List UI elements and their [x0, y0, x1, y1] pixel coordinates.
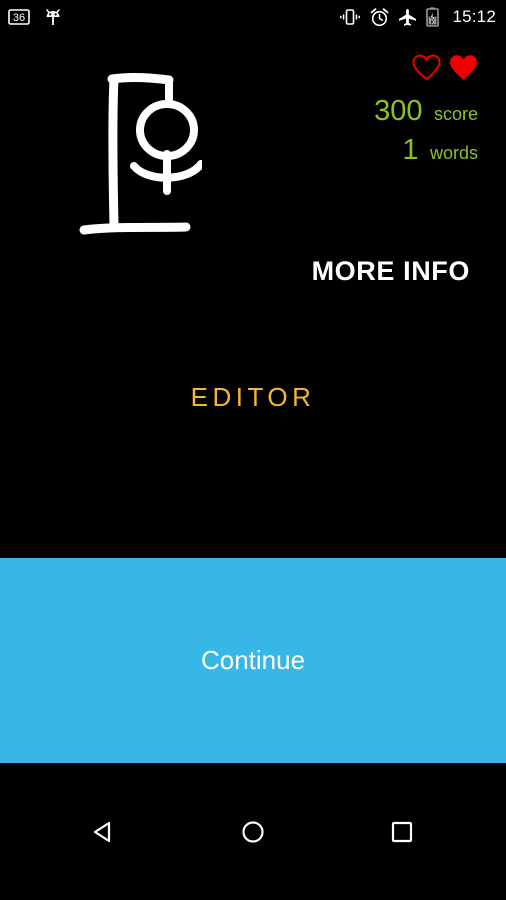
battery-charging-icon [426, 7, 440, 27]
alarm-clock-icon [370, 7, 389, 27]
heart-empty-icon [412, 54, 441, 81]
words-stat: 1 words [374, 134, 478, 167]
airplane-mode-icon [398, 8, 417, 27]
android-navigation-bar [0, 763, 506, 900]
recents-square-icon [391, 821, 412, 842]
app-screen: 36 15:12 300 score 1 words MORE INFO EDI… [0, 0, 506, 900]
words-label: words [429, 143, 478, 163]
status-bar-left-icons: 36 [8, 7, 62, 27]
status-bar: 36 15:12 [0, 0, 506, 34]
status-bar-clock: 15:12 [452, 7, 496, 26]
hangman-drawing [72, 58, 205, 243]
heart-filled-icon [449, 54, 478, 81]
game-area: 300 score 1 words MORE INFO EDITOR [0, 34, 506, 558]
nav-back-button[interactable] [63, 805, 145, 859]
score-stat: 300 score [374, 95, 478, 128]
editor-button[interactable]: EDITOR [0, 382, 506, 413]
more-info-button[interactable]: MORE INFO [312, 256, 470, 287]
status-bar-right-icons: 15:12 [339, 7, 496, 27]
home-circle-icon [242, 820, 264, 843]
nav-recents-button[interactable] [361, 805, 443, 859]
screenshot-count-label: 36 [13, 12, 25, 24]
screenshot-count-icon: 36 [8, 8, 30, 26]
score-value: 300 [374, 95, 423, 127]
nav-home-button[interactable] [212, 805, 294, 859]
vibrate-icon [339, 8, 361, 26]
stats-panel: 300 score 1 words [374, 54, 478, 173]
score-label: score [433, 104, 478, 124]
words-value: 1 [402, 134, 419, 166]
back-triangle-icon [94, 821, 111, 842]
continue-button[interactable]: Continue [0, 558, 506, 763]
lives-indicator [374, 54, 478, 81]
android-debug-icon [44, 7, 62, 27]
